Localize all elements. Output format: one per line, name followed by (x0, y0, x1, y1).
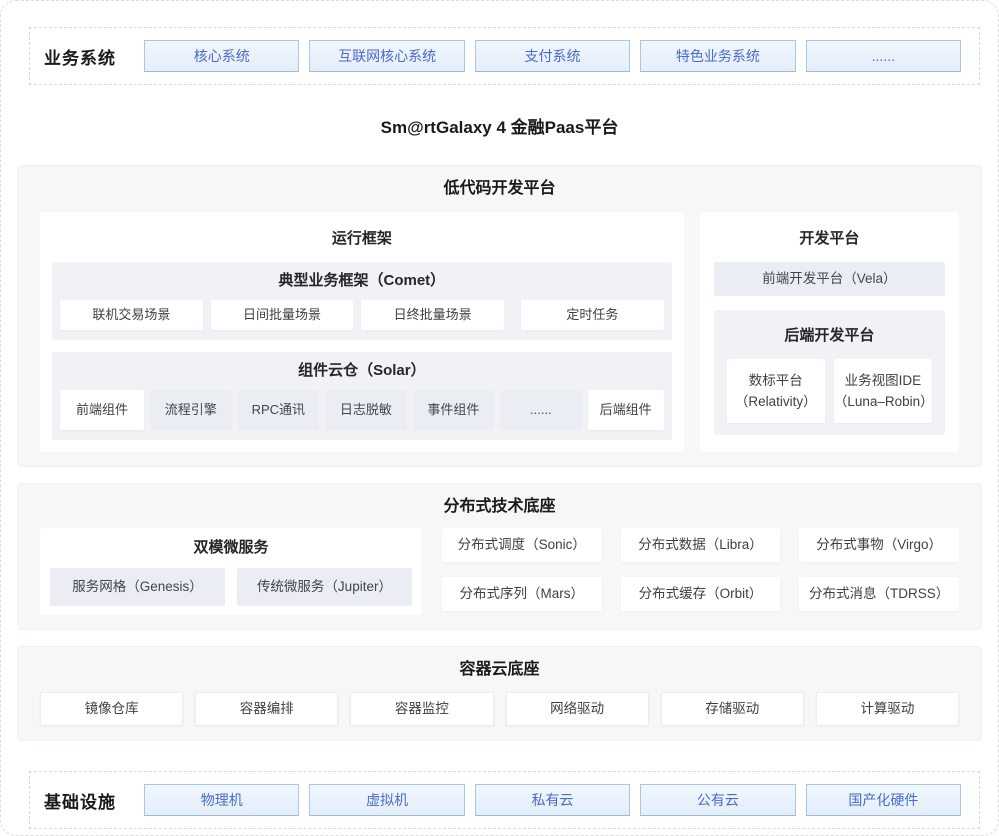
business-systems-label: 业务系统 (44, 44, 130, 69)
comet-framework-title: 典型业务框架（Comet） (60, 271, 664, 291)
backend-box-luna-robin: 业务视图IDE （Luna–Robin） (834, 359, 932, 423)
infrastructure-label: 基础设施 (44, 788, 130, 813)
cc-box-network-driver: 网络驱动 (506, 692, 649, 726)
solar-chip-process-engine: 流程引擎 (150, 390, 232, 430)
chip-service-mesh-genesis: 服务网格（Genesis） (50, 568, 225, 606)
distributed-grid-row-1: 分布式调度（Sonic） 分布式数据（Libra） 分布式事物（Virgo） (442, 528, 959, 562)
backend-box-luna-robin-name: 业务视图IDE (834, 370, 932, 391)
solar-items-row: 前端组件 流程引擎 RPC通讯 日志脱敏 事件组件 ...... 后端组件 (60, 390, 664, 430)
infrastructure-boxes: 物理机 虚拟机 私有云 公有云 国产化硬件 (144, 784, 961, 816)
infrastructure-section: 基础设施 物理机 虚拟机 私有云 公有云 国产化硬件 (29, 771, 980, 829)
dual-mode-microservice-title: 双模微服务 (50, 538, 412, 558)
backend-box-luna-robin-code: （Luna–Robin） (834, 391, 932, 412)
dist-box-message-tdrss: 分布式消息（TDRSS） (799, 577, 959, 611)
biz-box-internet-core-system: 互联网核心系统 (309, 40, 464, 72)
solar-box-frontend-component: 前端组件 (60, 390, 144, 430)
dist-box-data-libra: 分布式数据（Libra） (621, 528, 781, 562)
infra-box-domestic-hardware: 国产化硬件 (806, 784, 961, 816)
infra-box-virtual-machine: 虚拟机 (309, 784, 464, 816)
distributed-grid-row-2: 分布式序列（Mars） 分布式缓存（Orbit） 分布式消息（TDRSS） (442, 577, 959, 611)
infra-box-public-cloud: 公有云 (640, 784, 795, 816)
dist-box-transaction-virgo: 分布式事物（Virgo） (799, 528, 959, 562)
dist-box-sequence-mars: 分布式序列（Mars） (442, 577, 602, 611)
comet-framework-panel: 典型业务框架（Comet） 联机交易场景 日间批量场景 日终批量场景 定时任务 (52, 262, 672, 340)
solar-chip-rpc-comm: RPC通讯 (238, 390, 320, 430)
distributed-grid: 分布式调度（Sonic） 分布式数据（Libra） 分布式事物（Virgo） 分… (442, 528, 959, 611)
architecture-diagram: 业务系统 核心系统 互联网核心系统 支付系统 特色业务系统 ...... Sm@… (0, 0, 999, 836)
low-code-content: 运行框架 典型业务框架（Comet） 联机交易场景 日间批量场景 日终批量场景 … (40, 212, 959, 452)
cc-box-compute-driver: 计算驱动 (816, 692, 959, 726)
infra-box-private-cloud: 私有云 (475, 784, 630, 816)
distributed-tech-base-section: 分布式技术底座 双模微服务 服务网格（Genesis） 传统微服务（Jupite… (17, 483, 982, 630)
cc-box-container-monitoring: 容器监控 (350, 692, 493, 726)
container-cloud-base-section: 容器云底座 镜像仓库 容器编排 容器监控 网络驱动 存储驱动 计算驱动 (17, 646, 982, 741)
backend-dev-platform-panel: 后端开发平台 数标平台 （Relativity） 业务视图IDE （Luna–R… (714, 310, 945, 435)
solar-component-title: 组件云仓（Solar） (60, 361, 664, 381)
comet-box-scheduled-task: 定时任务 (521, 300, 664, 330)
frontend-dev-platform-vela: 前端开发平台（Vela） (714, 262, 945, 296)
dual-mode-microservice-panel: 双模微服务 服务网格（Genesis） 传统微服务（Jupiter） (40, 528, 422, 615)
chip-traditional-microservice-jupiter: 传统微服务（Jupiter） (237, 568, 412, 606)
solar-component-panel: 组件云仓（Solar） 前端组件 流程引擎 RPC通讯 日志脱敏 事件组件 ..… (52, 352, 672, 440)
container-cloud-base-title: 容器云底座 (40, 660, 959, 680)
cc-box-container-orchestration: 容器编排 (195, 692, 338, 726)
comet-box-online-trading: 联机交易场景 (60, 300, 203, 330)
comet-box-daytime-batch: 日间批量场景 (211, 300, 354, 330)
business-systems-boxes: 核心系统 互联网核心系统 支付系统 特色业务系统 ...... (144, 40, 961, 72)
runtime-framework-title: 运行框架 (52, 229, 672, 249)
dev-platform-title: 开发平台 (708, 229, 951, 249)
container-cloud-items: 镜像仓库 容器编排 容器监控 网络驱动 存储驱动 计算驱动 (40, 692, 959, 726)
dev-platform-panel: 开发平台 前端开发平台（Vela） 后端开发平台 数标平台 （Relativit… (700, 212, 959, 452)
dist-box-cache-orbit: 分布式缓存（Orbit） (621, 577, 781, 611)
business-systems-section: 业务系统 核心系统 互联网核心系统 支付系统 特色业务系统 ...... (29, 27, 980, 85)
biz-box-ellipsis: ...... (806, 40, 961, 72)
distributed-content: 双模微服务 服务网格（Genesis） 传统微服务（Jupiter） 分布式调度… (40, 528, 959, 615)
solar-chip-log-masking: 日志脱敏 (325, 390, 407, 430)
solar-box-backend-component: 后端组件 (588, 390, 664, 430)
dual-mode-items: 服务网格（Genesis） 传统微服务（Jupiter） (50, 568, 412, 606)
cc-box-storage-driver: 存储驱动 (661, 692, 804, 726)
low-code-platform-title: 低代码开发平台 (40, 179, 959, 199)
backend-box-relativity-code: （Relativity） (727, 391, 825, 412)
biz-box-payment-system: 支付系统 (475, 40, 630, 72)
comet-items-row: 联机交易场景 日间批量场景 日终批量场景 定时任务 (60, 300, 664, 330)
distributed-tech-base-title: 分布式技术底座 (40, 497, 959, 517)
solar-chip-ellipsis: ...... (500, 390, 582, 430)
backend-dev-items: 数标平台 （Relativity） 业务视图IDE （Luna–Robin） (722, 359, 937, 423)
comet-box-endofday-batch: 日终批量场景 (361, 300, 504, 330)
infra-box-physical-machine: 物理机 (144, 784, 299, 816)
backend-box-relativity: 数标平台 （Relativity） (727, 359, 825, 423)
dist-box-scheduling-sonic: 分布式调度（Sonic） (442, 528, 602, 562)
low-code-platform-section: 低代码开发平台 运行框架 典型业务框架（Comet） 联机交易场景 日间批量场景… (17, 165, 982, 467)
backend-box-relativity-name: 数标平台 (727, 370, 825, 391)
biz-box-core-system: 核心系统 (144, 40, 299, 72)
runtime-framework-panel: 运行框架 典型业务框架（Comet） 联机交易场景 日间批量场景 日终批量场景 … (40, 212, 684, 452)
biz-box-special-business-system: 特色业务系统 (640, 40, 795, 72)
solar-chip-event-component: 事件组件 (413, 390, 495, 430)
backend-dev-platform-title: 后端开发平台 (722, 326, 937, 346)
cc-box-image-registry: 镜像仓库 (40, 692, 183, 726)
platform-title: Sm@rtGalaxy 4 金融Paas平台 (1, 117, 998, 138)
